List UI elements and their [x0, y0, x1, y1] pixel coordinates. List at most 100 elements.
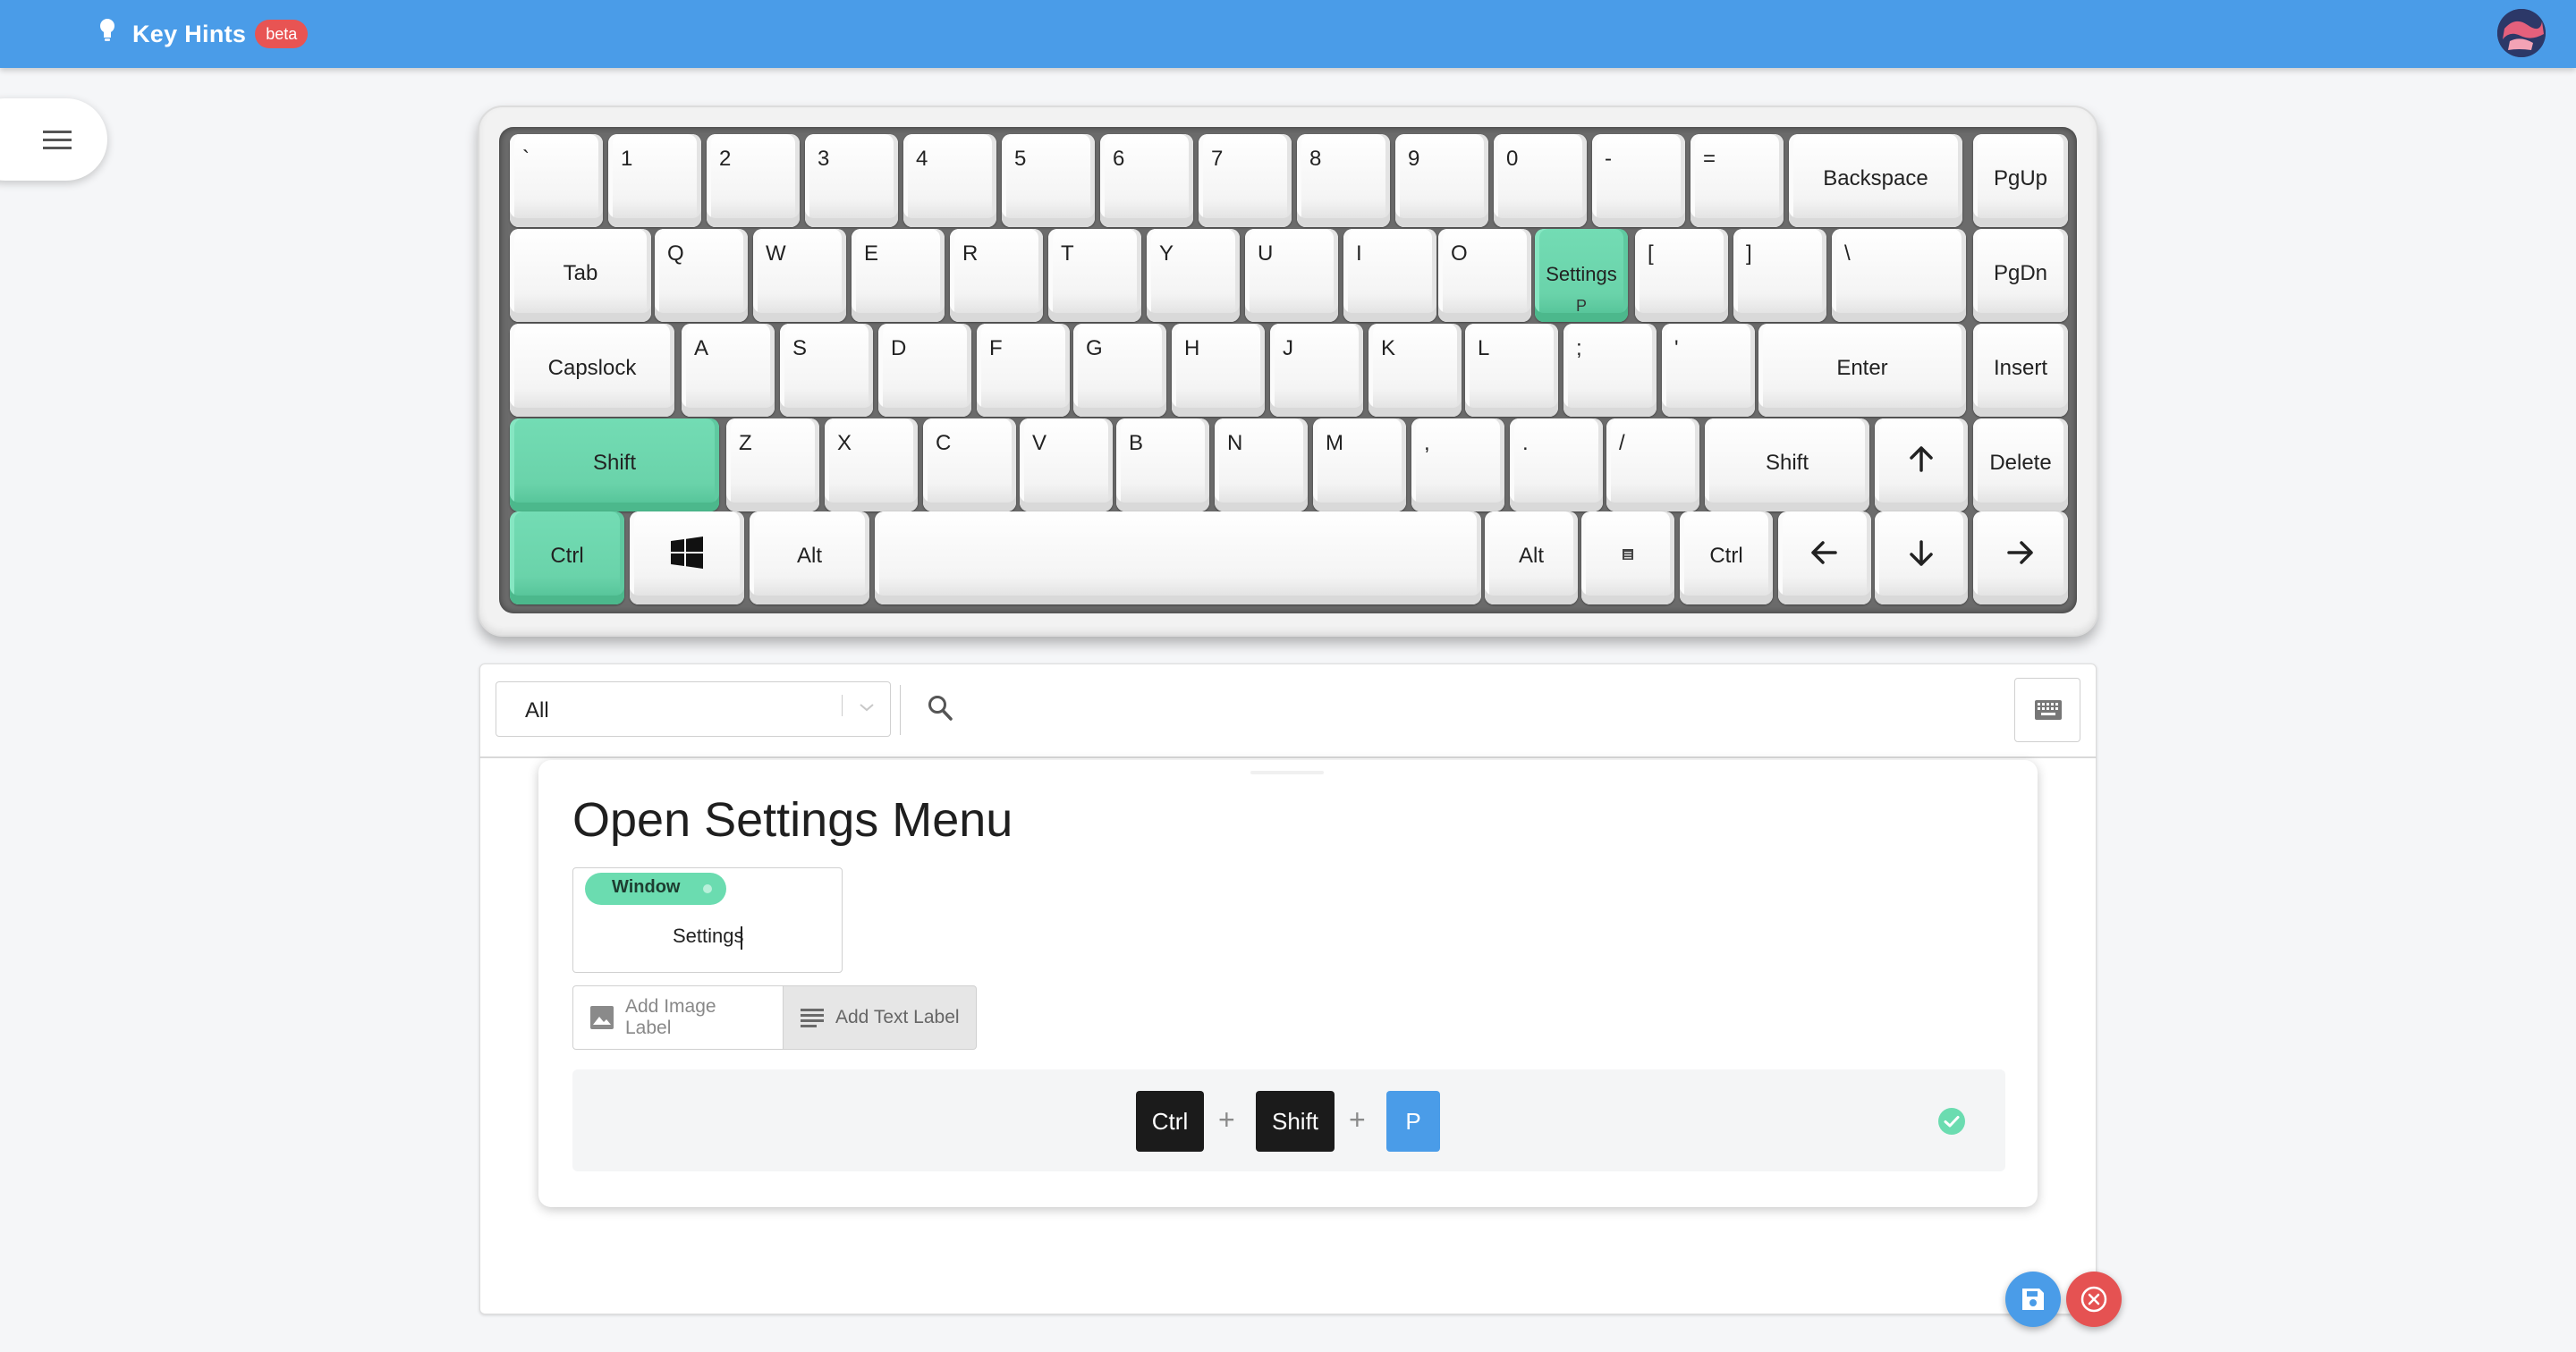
key-3[interactable]: 3 [805, 134, 898, 227]
shortcut-key-ctrl[interactable]: Ctrl [1136, 1091, 1204, 1152]
key-slash[interactable]: / [1606, 418, 1699, 511]
key-backspace[interactable]: Backspace [1789, 134, 1962, 227]
key-v[interactable]: V [1020, 418, 1113, 511]
key-r[interactable]: R [950, 229, 1043, 322]
key-q[interactable]: Q [655, 229, 748, 322]
key-t[interactable]: T [1048, 229, 1141, 322]
label-text-value[interactable]: Settings [673, 925, 744, 948]
key-left-shift[interactable]: Shift [510, 418, 719, 511]
key-i[interactable]: I [1343, 229, 1436, 322]
key-right-shift[interactable]: Shift [1705, 418, 1869, 511]
save-button[interactable] [2005, 1272, 2061, 1327]
key-right-bracket[interactable]: ] [1733, 229, 1826, 322]
key-g[interactable]: G [1073, 324, 1166, 417]
key-8[interactable]: 8 [1297, 134, 1390, 227]
add-text-label-button[interactable]: Add Text Label [784, 985, 977, 1050]
key-minus[interactable]: - [1592, 134, 1685, 227]
key-label: 6 [1113, 147, 1125, 171]
key-k[interactable]: K [1368, 324, 1462, 417]
key-c[interactable]: C [923, 418, 1016, 511]
key-e[interactable]: E [852, 229, 945, 322]
check-circle-icon[interactable] [1937, 1107, 1966, 1136]
key-p[interactable]: Settings P [1535, 229, 1628, 322]
key-0[interactable]: 0 [1494, 134, 1587, 227]
key-y[interactable]: Y [1147, 229, 1240, 322]
search-input[interactable] [966, 683, 1950, 737]
category-select[interactable]: All [496, 681, 891, 737]
key-period[interactable]: . [1510, 418, 1603, 511]
key-arrow-down[interactable] [1875, 511, 1968, 604]
key-left-ctrl[interactable]: Ctrl [510, 511, 624, 604]
key-comma[interactable]: , [1411, 418, 1504, 511]
key-backtick[interactable]: ` [510, 134, 603, 227]
key-equals[interactable]: = [1690, 134, 1784, 227]
key-6[interactable]: 6 [1100, 134, 1193, 227]
chevron-down-icon [860, 704, 874, 712]
arrow-right-icon [2007, 541, 2033, 564]
key-z[interactable]: Z [726, 418, 819, 511]
keyboard-toggle-button[interactable] [2014, 678, 2080, 742]
key-m[interactable]: M [1313, 418, 1406, 511]
shortcut-key-shift[interactable]: Shift [1256, 1091, 1335, 1152]
key-j[interactable]: J [1270, 324, 1363, 417]
key-s[interactable]: S [780, 324, 873, 417]
sidebar-menu-button[interactable] [0, 98, 107, 181]
key-b[interactable]: B [1116, 418, 1209, 511]
key-pgdn[interactable]: PgDn [1973, 229, 2068, 322]
key-pgup[interactable]: PgUp [1973, 134, 2068, 227]
key-right-ctrl[interactable]: Ctrl [1680, 511, 1773, 604]
key-f[interactable]: F [977, 324, 1070, 417]
key-capslock[interactable]: Capslock [510, 324, 674, 417]
key-tab[interactable]: Tab [510, 229, 651, 322]
search-icon[interactable] [927, 694, 953, 722]
key-h[interactable]: H [1172, 324, 1265, 417]
avatar[interactable] [2497, 9, 2546, 57]
key-1[interactable]: 1 [608, 134, 701, 227]
key-label: W [766, 241, 786, 266]
key-insert[interactable]: Insert [1973, 324, 2068, 417]
key-quote[interactable]: ' [1662, 324, 1755, 417]
add-image-label-button[interactable]: Add Image Label [572, 985, 784, 1050]
key-9[interactable]: 9 [1395, 134, 1488, 227]
key-backslash[interactable]: \ [1832, 229, 1966, 322]
key-windows[interactable] [630, 511, 744, 604]
drag-handle[interactable] [1250, 771, 1324, 774]
key-w[interactable]: W [753, 229, 846, 322]
key-n[interactable]: N [1215, 418, 1308, 511]
window-chip[interactable]: Window [585, 873, 726, 905]
key-label: V [1032, 431, 1047, 455]
key-l[interactable]: L [1465, 324, 1558, 417]
key-4[interactable]: 4 [903, 134, 996, 227]
brand[interactable]: Key Hints beta [97, 16, 309, 52]
key-right-alt[interactable]: Alt [1485, 511, 1578, 604]
key-menu[interactable] [1581, 511, 1674, 604]
key-a[interactable]: A [682, 324, 775, 417]
key-semicolon[interactable]: ; [1563, 324, 1657, 417]
key-u[interactable]: U [1245, 229, 1338, 322]
key-enter[interactable]: Enter [1758, 324, 1966, 417]
key-label: Alt [796, 544, 822, 568]
key-spacebar[interactable] [875, 511, 1481, 604]
arrow-down-icon [1910, 540, 1933, 566]
cancel-button[interactable] [2066, 1272, 2122, 1327]
key-label: 7 [1211, 147, 1224, 171]
key-arrow-up[interactable] [1875, 418, 1968, 511]
key-5[interactable]: 5 [1002, 134, 1095, 227]
key-label: Tab [563, 261, 598, 285]
key-left-alt[interactable]: Alt [750, 511, 869, 604]
key-label: Alt [1518, 544, 1544, 568]
key-label: PgUp [1993, 166, 2048, 190]
shortcut-key-p[interactable]: P [1386, 1091, 1440, 1152]
key-left-bracket[interactable]: [ [1635, 229, 1728, 322]
key-2[interactable]: 2 [707, 134, 800, 227]
key-d[interactable]: D [878, 324, 971, 417]
key-o[interactable]: O [1438, 229, 1531, 322]
shortcut-title[interactable]: Open Settings Menu [572, 792, 1013, 848]
key-delete[interactable]: Delete [1973, 418, 2068, 511]
key-x[interactable]: X [825, 418, 918, 511]
key-label: 5 [1014, 147, 1027, 171]
key-arrow-right[interactable] [1973, 511, 2068, 604]
key-label: K [1381, 336, 1396, 360]
key-arrow-left[interactable] [1778, 511, 1871, 604]
key-7[interactable]: 7 [1199, 134, 1292, 227]
